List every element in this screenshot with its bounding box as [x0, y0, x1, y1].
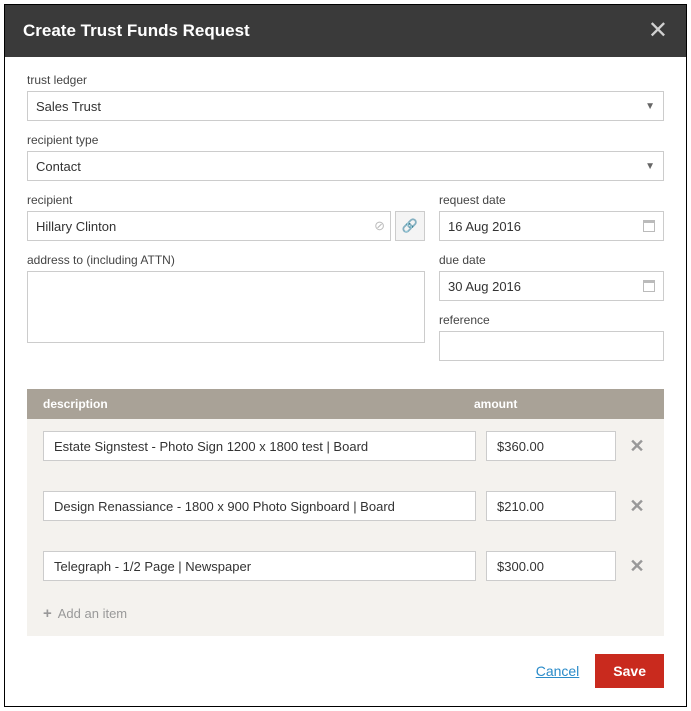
clear-icon[interactable]: ⊘	[374, 218, 385, 234]
due-date-field: due date 30 Aug 2016	[439, 253, 664, 301]
calendar-icon	[643, 220, 655, 232]
recipient-label: recipient	[27, 193, 425, 207]
caret-down-icon: ▼	[645, 161, 655, 172]
trust-ledger-label: trust ledger	[27, 73, 664, 87]
column-description-header: description	[43, 397, 466, 411]
reference-label: reference	[439, 313, 664, 327]
item-amount-input[interactable]	[486, 551, 616, 581]
add-item-button[interactable]: + Add an item	[27, 593, 664, 636]
line-item-row: ✕	[27, 419, 664, 473]
recipient-input[interactable]	[27, 211, 391, 241]
recipient-type-value: Contact	[36, 159, 81, 174]
line-items-section: description amount ✕ ✕ ✕ + Add an item	[27, 389, 664, 636]
item-description-input[interactable]	[43, 431, 476, 461]
recipient-type-field: recipient type Contact ▼	[27, 133, 664, 181]
calendar-icon	[643, 280, 655, 292]
recipient-type-label: recipient type	[27, 133, 664, 147]
link-icon: 🔗	[402, 218, 418, 234]
reference-field: reference	[439, 313, 664, 361]
reference-input[interactable]	[439, 331, 664, 361]
item-amount-input[interactable]	[486, 491, 616, 521]
recipient-type-select[interactable]: Contact ▼	[27, 151, 664, 181]
save-button[interactable]: Save	[595, 654, 664, 688]
address-to-label: address to (including ATTN)	[27, 253, 425, 267]
trust-ledger-select[interactable]: Sales Trust ▼	[27, 91, 664, 121]
modal-title: Create Trust Funds Request	[23, 21, 250, 41]
address-to-field: address to (including ATTN)	[27, 253, 425, 348]
delete-item-icon[interactable]: ✕	[626, 496, 648, 517]
due-date-input[interactable]: 30 Aug 2016	[439, 271, 664, 301]
plus-icon: +	[43, 605, 52, 622]
delete-item-icon[interactable]: ✕	[626, 556, 648, 577]
close-icon[interactable]: ✕	[648, 19, 668, 43]
caret-down-icon: ▼	[645, 101, 655, 112]
modal-footer: Cancel Save	[27, 654, 664, 688]
request-date-value: 16 Aug 2016	[448, 219, 521, 234]
item-amount-input[interactable]	[486, 431, 616, 461]
modal-header: Create Trust Funds Request ✕	[5, 5, 686, 57]
item-description-input[interactable]	[43, 491, 476, 521]
request-date-input[interactable]: 16 Aug 2016	[439, 211, 664, 241]
request-date-label: request date	[439, 193, 664, 207]
trust-ledger-field: trust ledger Sales Trust ▼	[27, 73, 664, 121]
line-items-body: ✕ ✕ ✕	[27, 419, 664, 593]
line-items-header: description amount	[27, 389, 664, 419]
due-date-label: due date	[439, 253, 664, 267]
add-item-label: Add an item	[58, 606, 127, 621]
item-description-input[interactable]	[43, 551, 476, 581]
link-recipient-button[interactable]: 🔗	[395, 211, 425, 241]
line-item-row: ✕	[27, 479, 664, 533]
due-date-value: 30 Aug 2016	[448, 279, 521, 294]
address-to-input[interactable]	[27, 271, 425, 343]
trust-ledger-value: Sales Trust	[36, 99, 101, 114]
delete-item-icon[interactable]: ✕	[626, 436, 648, 457]
modal-dialog: Create Trust Funds Request ✕ trust ledge…	[4, 4, 687, 707]
cancel-button[interactable]: Cancel	[536, 663, 580, 679]
recipient-field: recipient ⊘ 🔗	[27, 193, 425, 241]
line-item-row: ✕	[27, 539, 664, 593]
column-amount-header: amount	[466, 397, 616, 411]
request-date-field: request date 16 Aug 2016	[439, 193, 664, 241]
